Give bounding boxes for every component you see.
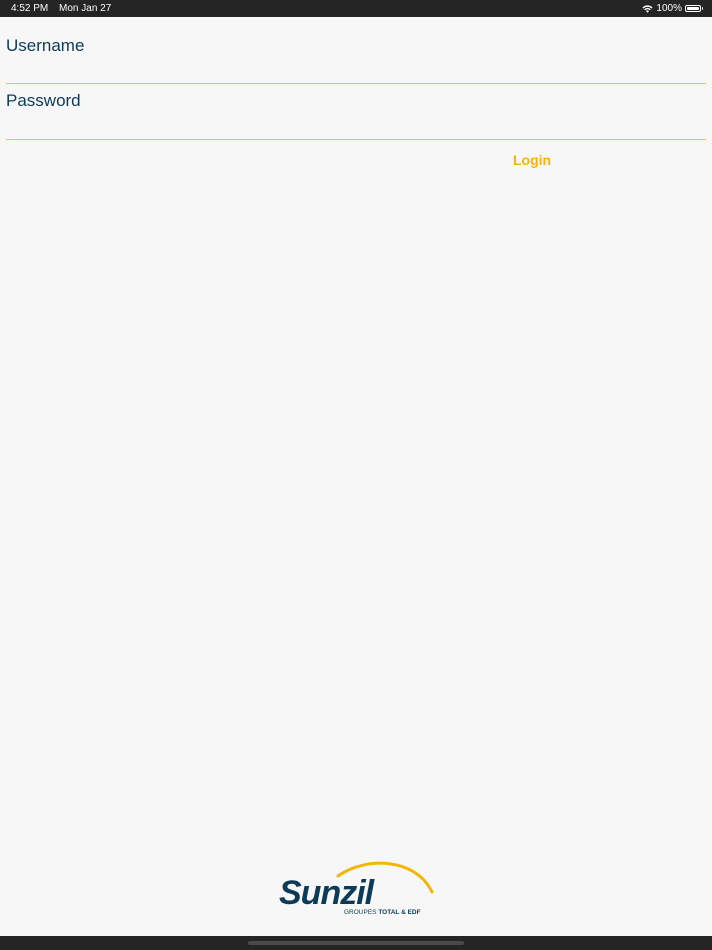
wifi-icon — [642, 4, 653, 13]
password-input[interactable] — [6, 118, 706, 140]
logo-tagline-strong: TOTAL & EDF — [378, 909, 420, 916]
home-indicator[interactable] — [248, 941, 464, 945]
username-input[interactable] — [6, 62, 706, 84]
status-date: Mon Jan 27 — [59, 3, 112, 14]
battery-percentage: 100% — [656, 3, 682, 14]
logo-tagline: GROUPES TOTAL & EDF — [344, 909, 421, 916]
username-label: Username — [6, 36, 85, 55]
status-bar: 4:52 PM Mon Jan 27 100% — [0, 0, 712, 17]
logo-wordmark: Sunzil — [279, 874, 376, 912]
status-bar-left: 4:52 PM Mon Jan 27 — [11, 0, 111, 17]
battery-icon — [685, 5, 703, 12]
status-bar-right: 100% — [642, 0, 703, 17]
home-bar-area — [0, 936, 712, 950]
login-button[interactable]: Login — [513, 152, 551, 168]
battery-level — [687, 7, 699, 10]
logo-tagline-prefix: GROUPES — [344, 909, 377, 916]
sunzil-logo: Sunzil GROUPES TOTAL & EDF — [279, 861, 434, 916]
status-time: 4:52 PM — [11, 3, 49, 14]
password-label: Password — [6, 91, 81, 110]
